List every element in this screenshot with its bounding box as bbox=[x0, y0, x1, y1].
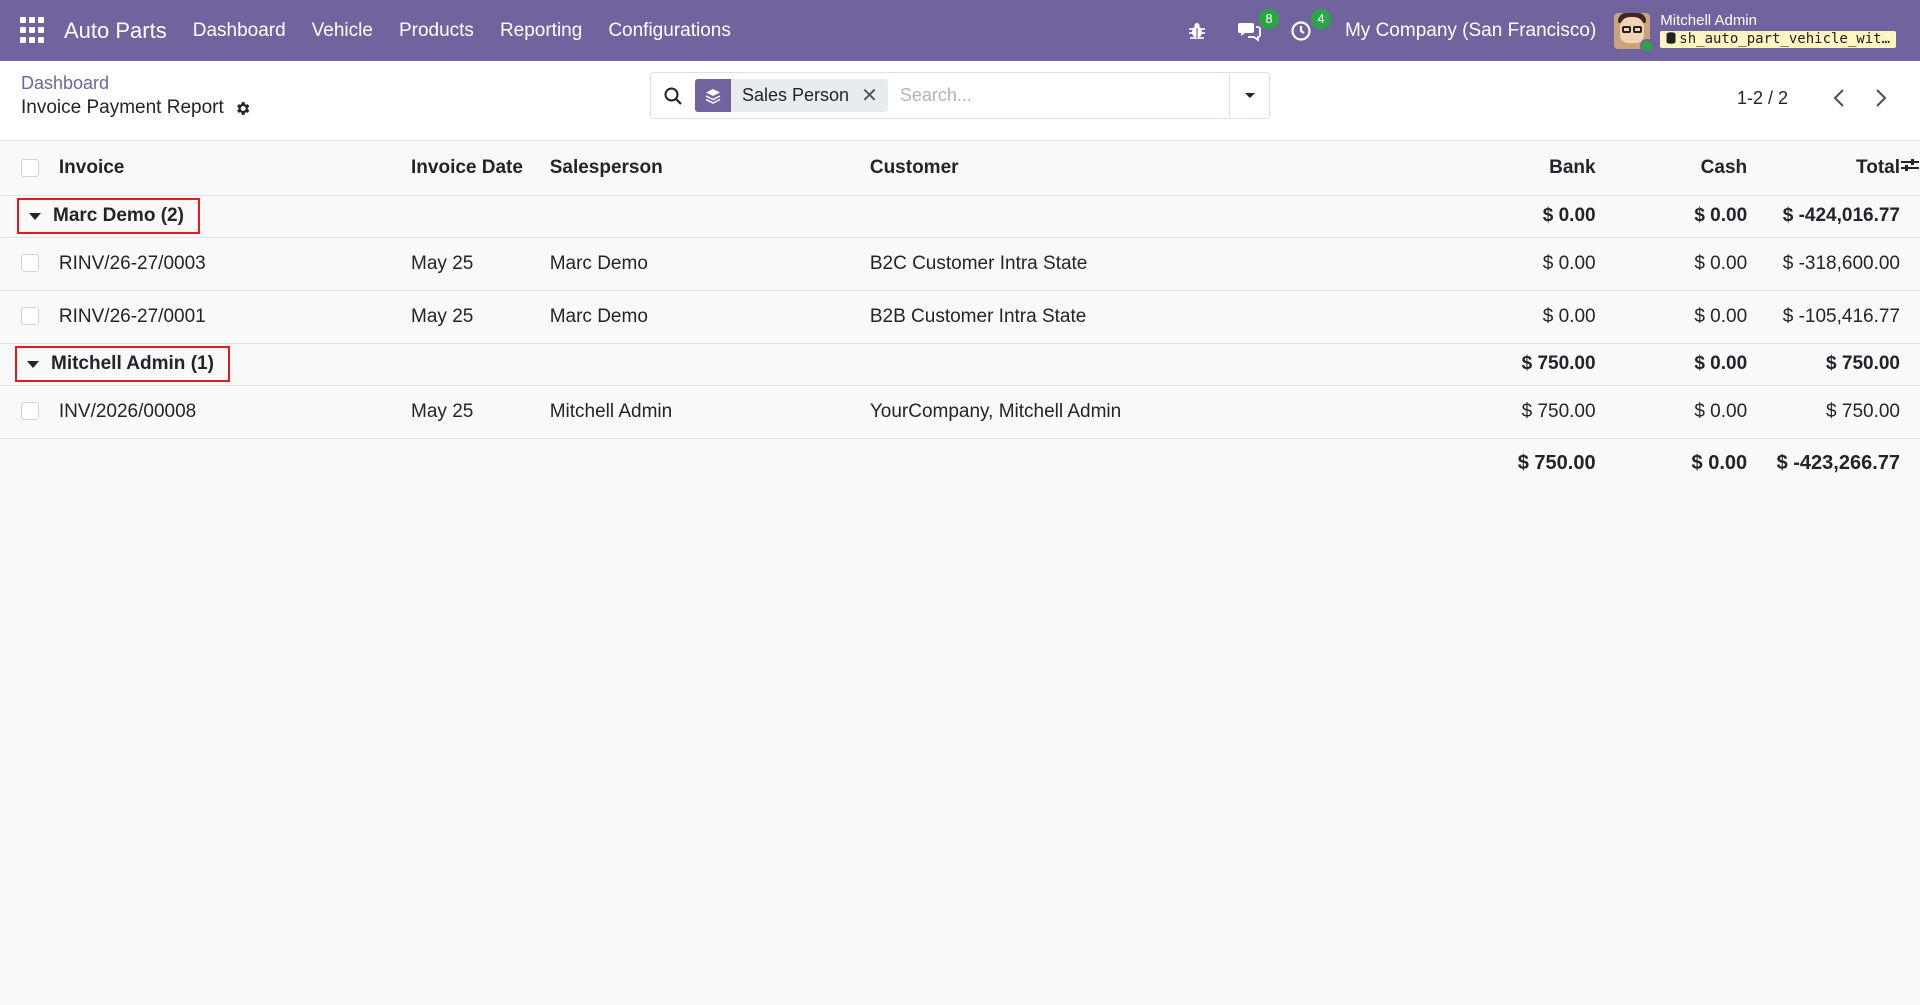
activities-count-badge: 4 bbox=[1310, 8, 1331, 29]
select-all-checkbox[interactable] bbox=[21, 158, 39, 177]
avatar bbox=[1614, 12, 1655, 53]
select-all-checkbox-cell bbox=[0, 141, 59, 196]
group-total: $ -424,016.77 bbox=[1747, 195, 1900, 238]
caret-down-icon bbox=[27, 360, 39, 368]
cell-total: $ -318,600.00 bbox=[1747, 237, 1900, 291]
group-row[interactable]: Mitchell Admin (1) $ 750.00 $ 0.00 $ 750… bbox=[0, 343, 1920, 386]
col-salesperson[interactable]: Salesperson bbox=[549, 141, 870, 196]
cell-invoice: RINV/26-27/0001 bbox=[58, 290, 412, 344]
top-navbar: Auto Parts Dashboard Vehicle Products Re… bbox=[0, 0, 1920, 61]
col-invoice-date[interactable]: Invoice Date bbox=[411, 141, 550, 196]
cell-salesperson: Marc Demo bbox=[549, 290, 870, 344]
app-menu-icon[interactable] bbox=[20, 16, 48, 45]
group-cash: $ 0.00 bbox=[1595, 343, 1748, 386]
sliders-icon bbox=[1901, 158, 1919, 171]
menu-configurations[interactable]: Configurations bbox=[608, 20, 731, 42]
user-menu[interactable]: Mitchell Admin sh_auto_part_vehicle_wit… bbox=[1614, 12, 1920, 53]
facet-remove-icon[interactable]: ✕ bbox=[861, 79, 888, 112]
menu-reporting[interactable]: Reporting bbox=[500, 20, 582, 42]
page-title-text: Invoice Payment Report bbox=[21, 97, 224, 118]
table-row[interactable]: INV/2026/00008 May 25 Mitchell Admin You… bbox=[0, 385, 1920, 439]
groupby-facet: Sales Person ✕ bbox=[695, 79, 888, 112]
row-checkbox[interactable] bbox=[21, 254, 39, 273]
messages-icon[interactable]: 8 bbox=[1235, 8, 1279, 45]
caret-down-icon bbox=[1244, 92, 1255, 98]
layers-icon bbox=[695, 79, 731, 112]
total-bank: $ 750.00 bbox=[1517, 451, 1596, 474]
search-bar: Sales Person ✕ bbox=[650, 72, 1270, 119]
database-icon bbox=[1666, 32, 1676, 44]
cell-invoice: RINV/26-27/0003 bbox=[58, 237, 412, 291]
totals-row: $ 750.00 $ 0.00 $ -423,266.77 bbox=[0, 438, 1920, 488]
group-bank: $ 0.00 bbox=[1428, 195, 1596, 238]
pager: 1-2 / 2 bbox=[1737, 85, 1894, 111]
cell-total: $ -105,416.77 bbox=[1747, 290, 1900, 344]
cell-cash: $ 0.00 bbox=[1595, 290, 1748, 344]
group-cash: $ 0.00 bbox=[1595, 195, 1748, 238]
navbar-systray: 8 4 My Company (San Francisco) Mitchell … bbox=[1171, 0, 1920, 61]
col-total[interactable]: Total bbox=[1747, 141, 1900, 196]
cell-customer: B2B Customer Intra State bbox=[869, 290, 1429, 344]
menu-dashboard[interactable]: Dashboard bbox=[193, 20, 286, 42]
cell-salesperson: Marc Demo bbox=[549, 237, 870, 291]
group-row[interactable]: Marc Demo (2) $ 0.00 $ 0.00 $ -424,016.7… bbox=[0, 195, 1920, 238]
cell-invoice: INV/2026/00008 bbox=[58, 385, 412, 439]
col-bank[interactable]: Bank bbox=[1428, 141, 1596, 196]
company-switcher[interactable]: My Company (San Francisco) bbox=[1345, 20, 1596, 42]
cell-date: May 25 bbox=[411, 237, 550, 291]
total-cash: $ 0.00 bbox=[1691, 451, 1748, 474]
app-name[interactable]: Auto Parts bbox=[64, 18, 167, 44]
menu-vehicle[interactable]: Vehicle bbox=[312, 20, 373, 42]
activities-clock-icon[interactable]: 4 bbox=[1287, 8, 1331, 45]
search-icon[interactable] bbox=[651, 86, 695, 106]
menu-products[interactable]: Products bbox=[399, 20, 474, 42]
cell-total: $ 750.00 bbox=[1747, 385, 1900, 439]
group-label: Mitchell Admin (1) bbox=[51, 353, 214, 374]
pager-previous-button[interactable] bbox=[1826, 85, 1852, 111]
table-header-row: Invoice Invoice Date Salesperson Custome… bbox=[0, 141, 1920, 196]
group-bank: $ 750.00 bbox=[1428, 343, 1596, 386]
debug-bug-icon[interactable] bbox=[1183, 17, 1211, 45]
messages-count-badge: 8 bbox=[1258, 8, 1279, 29]
breadcrumb[interactable]: Dashboard bbox=[21, 73, 109, 94]
cell-customer: YourCompany, Mitchell Admin bbox=[869, 385, 1429, 439]
chevron-right-icon bbox=[1876, 89, 1887, 107]
col-invoice[interactable]: Invoice bbox=[58, 141, 412, 196]
cell-bank: $ 750.00 bbox=[1428, 385, 1596, 439]
col-customer[interactable]: Customer bbox=[869, 141, 1429, 196]
group-label: Marc Demo (2) bbox=[53, 205, 184, 226]
facet-label: Sales Person bbox=[742, 85, 850, 105]
table-row[interactable]: RINV/26-27/0001 May 25 Marc Demo B2B Cus… bbox=[0, 290, 1920, 344]
online-status-dot bbox=[1640, 38, 1655, 53]
search-input[interactable] bbox=[899, 85, 1229, 106]
cell-date: May 25 bbox=[411, 385, 550, 439]
optional-columns-toggle[interactable] bbox=[1900, 141, 1920, 196]
page-title: Invoice Payment Report bbox=[21, 97, 251, 119]
group-header-mitchell-admin[interactable]: Mitchell Admin (1) bbox=[15, 346, 230, 382]
database-name: sh_auto_part_vehicle_wit… bbox=[1660, 31, 1896, 48]
group-total: $ 750.00 bbox=[1747, 343, 1900, 386]
cell-customer: B2C Customer Intra State bbox=[869, 237, 1429, 291]
cell-bank: $ 0.00 bbox=[1428, 290, 1596, 344]
pager-value[interactable]: 1-2 / 2 bbox=[1737, 88, 1788, 109]
table-row[interactable]: RINV/26-27/0003 May 25 Marc Demo B2C Cus… bbox=[0, 237, 1920, 291]
user-name: Mitchell Admin bbox=[1660, 12, 1757, 30]
chevron-left-icon bbox=[1833, 89, 1844, 107]
search-options-toggle[interactable] bbox=[1229, 73, 1269, 118]
row-checkbox[interactable] bbox=[21, 402, 39, 421]
cell-date: May 25 bbox=[411, 290, 550, 344]
row-checkbox[interactable] bbox=[21, 307, 39, 326]
cell-cash: $ 0.00 bbox=[1595, 237, 1748, 291]
caret-down-icon bbox=[29, 212, 41, 220]
cell-bank: $ 0.00 bbox=[1428, 237, 1596, 291]
invoice-list-table: Invoice Invoice Date Salesperson Custome… bbox=[0, 141, 1920, 488]
cell-cash: $ 0.00 bbox=[1595, 385, 1748, 439]
total-total: $ -423,266.77 bbox=[1776, 451, 1900, 474]
cell-salesperson: Mitchell Admin bbox=[549, 385, 870, 439]
gear-icon[interactable] bbox=[234, 100, 251, 117]
col-cash[interactable]: Cash bbox=[1595, 141, 1748, 196]
group-header-marc-demo[interactable]: Marc Demo (2) bbox=[17, 198, 200, 234]
pager-next-button[interactable] bbox=[1868, 85, 1894, 111]
control-panel: Dashboard Invoice Payment Report Sales P… bbox=[0, 61, 1920, 141]
